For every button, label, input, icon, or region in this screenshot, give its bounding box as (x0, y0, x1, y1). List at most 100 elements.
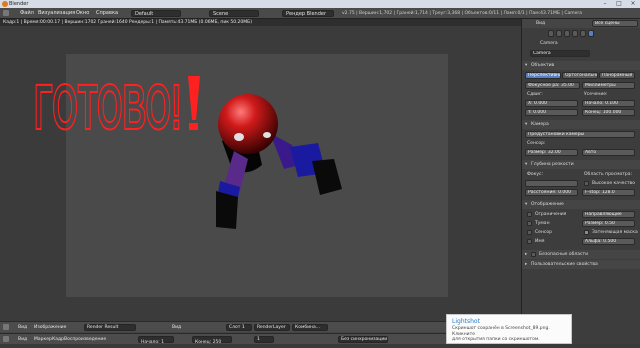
scene-tab-icon[interactable] (564, 30, 570, 37)
screen-layout-select[interactable]: Default (131, 10, 181, 17)
window-titlebar: Blender – □ × (0, 0, 640, 8)
render-pass-select[interactable]: Комбина... (292, 324, 328, 331)
slot-select[interactable]: Слот 1 (226, 324, 252, 331)
lens-panel-header[interactable]: ▾ Объектив (522, 61, 640, 70)
editor-type-icon[interactable] (3, 10, 9, 16)
passepartout-checkbox[interactable] (584, 230, 589, 235)
composition-guides-select[interactable]: Направляющие (582, 211, 635, 218)
shift-x-value: 0.000 (534, 101, 547, 106)
current-frame-field[interactable]: 1 (254, 336, 274, 343)
render-engine-select[interactable]: Рендер Blender (282, 10, 334, 17)
menu-render[interactable]: Визуализация (38, 8, 75, 19)
render-layer-select[interactable]: RenderLayer (254, 324, 290, 331)
focus-label: Фокус: (527, 172, 543, 177)
world-tab-icon[interactable] (572, 30, 578, 37)
focal-length-field[interactable]: Фокусное ра: 35.00 (525, 82, 580, 89)
camera-name-field[interactable]: Camera (530, 50, 590, 57)
lens-unit-select[interactable]: Миллиметры (582, 82, 635, 89)
focus-object-field[interactable] (525, 180, 578, 187)
tab-perspective[interactable]: Перспективный (525, 72, 561, 79)
safe-areas-checkbox[interactable] (531, 252, 536, 257)
end-frame-value: 250 (212, 340, 222, 345)
fstop-value: 128.0 (601, 190, 615, 195)
display-size-field[interactable]: Размер: 0.50 (582, 220, 635, 227)
menu-playback[interactable]: Воспроизведение (64, 334, 106, 345)
display-size-value: 0.50 (604, 221, 615, 226)
focus-distance-field[interactable]: Расстояние: 0.000 (525, 189, 578, 196)
limits-label: Ограничения (535, 212, 567, 217)
robot-model (216, 94, 342, 229)
menu-image[interactable]: Изображение (34, 322, 66, 333)
image-select[interactable]: Render Result (84, 324, 136, 331)
end-frame-field[interactable]: Конец: 250 (192, 336, 232, 345)
toast-line-2: для открытия папки со скриншотом. (452, 337, 540, 342)
safe-areas-panel-header[interactable]: ▸ Безопасные области (522, 250, 640, 259)
camera-presets-select[interactable]: Предустановки камеры (525, 131, 635, 138)
fstop-field[interactable]: F-stop: 128.0 (582, 189, 635, 196)
shift-clip-labels: Сдвиг: Усечение: (522, 90, 640, 99)
alpha-label: Альфа: (585, 239, 602, 244)
menu-view-timeline[interactable]: Вид (18, 334, 27, 345)
menu-marker[interactable]: Маркер (34, 334, 52, 345)
maximize-icon[interactable]: □ (612, 0, 626, 8)
shift-x-row: X: 0.000 Начало: 0.100 (522, 99, 640, 108)
editor-type-icon[interactable] (3, 324, 9, 330)
tab-panoramic[interactable]: Панорамный (599, 72, 635, 79)
clip-start-field[interactable]: Начало: 0.100 (582, 100, 635, 107)
props-view-menu[interactable]: Вид (536, 19, 545, 28)
start-frame-label: Начало: (141, 340, 160, 345)
scene-filter-select[interactable]: Все сцены (592, 20, 638, 27)
scene-select[interactable]: Scene (209, 10, 259, 17)
limits-row: Ограничения Направляющие (522, 210, 640, 219)
sensor-size-field[interactable]: Размер: 32.00 (525, 149, 578, 156)
sensor-label: Сенсор: (527, 141, 546, 146)
image-editor-viewport[interactable]: Кадр:1 | Время:00:00.17 | Вершин:1702 Гр… (0, 19, 521, 321)
shift-x-label: X: (528, 101, 533, 106)
object-tab-icon[interactable] (580, 30, 586, 37)
alpha-field[interactable]: Альфа: 0.500 (582, 238, 635, 245)
layers-tab-icon[interactable] (556, 30, 562, 37)
scene-stats: v2.75 | Вершин:1,702 | Граней:1,714 | Тр… (342, 11, 583, 16)
focal-length-label: Фокусное ра: (528, 83, 560, 88)
fstop-label: F-stop: (585, 190, 601, 195)
menu-view-2[interactable]: Вид (172, 322, 181, 333)
lightshot-notification[interactable]: Lightshot Скриншот сохранён в Screenshot… (446, 314, 572, 344)
name-check-row: Имя Альфа: 0.500 (522, 237, 640, 246)
start-frame-field[interactable]: Начало: 1 (138, 336, 174, 345)
menu-view[interactable]: Вид (18, 322, 27, 333)
display-size-label: Размер: (585, 221, 604, 226)
close-icon[interactable]: × (626, 0, 640, 8)
minimize-icon[interactable]: – (598, 0, 612, 8)
safe-areas-title: Безопасные области (539, 252, 589, 257)
shift-y-field[interactable]: Y: 0.000 (525, 109, 578, 116)
menu-help[interactable]: Справка (96, 8, 118, 19)
editor-type-icon-2[interactable] (3, 336, 9, 342)
sensor-fit-select[interactable]: Авто (582, 149, 635, 156)
robot-head (218, 94, 278, 154)
mist-checkbox[interactable] (527, 221, 532, 226)
camera-breadcrumb: Camera (540, 41, 558, 46)
high-quality-checkbox[interactable] (584, 181, 589, 186)
menu-frame[interactable]: Кадр (52, 334, 64, 345)
limits-checkbox[interactable] (527, 212, 532, 217)
menu-file[interactable]: Файл (20, 8, 34, 19)
shift-x-field[interactable]: X: 0.000 (525, 100, 578, 107)
shift-y-label: Y: (528, 110, 532, 115)
render-tab-icon[interactable] (548, 30, 554, 37)
clip-start-value: 0.100 (605, 101, 619, 106)
props-breadcrumb: Camera (522, 39, 640, 48)
sync-mode-select[interactable]: Без синхронизации (338, 336, 388, 343)
tab-orthographic[interactable]: Ортогональный (562, 72, 598, 79)
menu-window[interactable]: Окно (76, 8, 89, 19)
dof-panel-header[interactable]: ▾ Глубина резкости (522, 160, 640, 169)
expand-arrow-icon: ▾ (525, 162, 528, 167)
camera-data-tab-icon[interactable] (588, 30, 594, 37)
clip-end-field[interactable]: Конец: 100.000 (582, 109, 635, 116)
display-panel-header[interactable]: ▾ Отображение (522, 200, 640, 209)
custom-props-panel-header[interactable]: ▸ Пользовательские свойства (522, 260, 640, 269)
left-hand (216, 191, 238, 229)
name-checkbox[interactable] (527, 239, 532, 244)
camera-panel-header[interactable]: ▾ Камера (522, 120, 640, 129)
sensor-checkbox[interactable] (527, 230, 532, 235)
info-header: Файл Визуализация Окно Справка Default S… (0, 8, 640, 19)
